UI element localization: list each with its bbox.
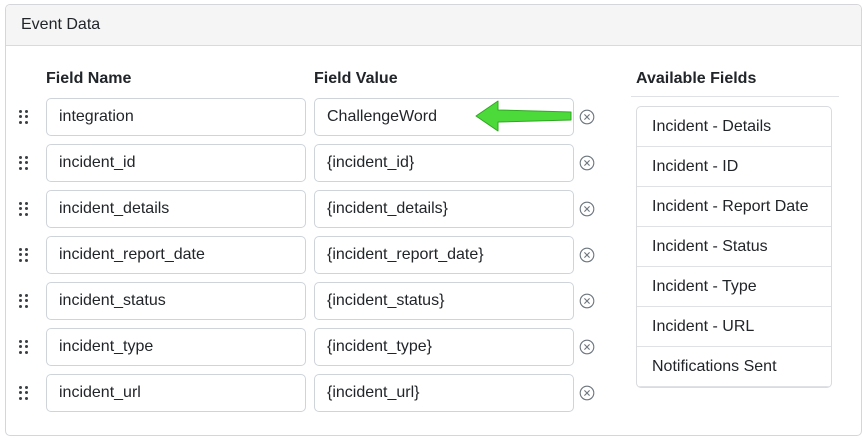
field-name-input[interactable] <box>46 236 306 274</box>
available-field-item[interactable]: Incident - Details <box>637 107 831 147</box>
field-value-input[interactable] <box>314 144 574 182</box>
remove-row-icon[interactable] <box>579 247 595 263</box>
field-value-input[interactable] <box>314 282 574 320</box>
available-field-item[interactable]: Incident - Report Date <box>637 187 831 227</box>
available-field-item[interactable]: Incident - Status <box>637 227 831 267</box>
divider <box>631 96 839 97</box>
remove-row-icon[interactable] <box>579 155 595 171</box>
field-value-input[interactable] <box>314 236 574 274</box>
remove-row-icon[interactable] <box>579 339 595 355</box>
field-value-header: Field Value <box>314 70 398 87</box>
available-field-item[interactable]: Notifications Sent <box>637 347 831 387</box>
field-name-input[interactable] <box>46 282 306 320</box>
drag-handle-icon[interactable] <box>19 386 29 400</box>
field-value-input[interactable] <box>314 190 574 228</box>
drag-handle-icon[interactable] <box>19 156 29 170</box>
available-field-item[interactable]: Incident - ID <box>637 147 831 187</box>
drag-handle-icon[interactable] <box>19 110 29 124</box>
remove-row-icon[interactable] <box>579 109 595 125</box>
drag-handle-icon[interactable] <box>19 340 29 354</box>
available-fields-title: Available Fields <box>636 70 757 87</box>
field-name-input[interactable] <box>46 98 306 136</box>
field-value-input[interactable] <box>314 328 574 366</box>
field-name-input[interactable] <box>46 328 306 366</box>
remove-row-icon[interactable] <box>579 201 595 217</box>
panel-header: Event Data <box>6 5 861 46</box>
available-field-item[interactable]: Incident - URL <box>637 307 831 347</box>
remove-row-icon[interactable] <box>579 293 595 309</box>
field-name-input[interactable] <box>46 144 306 182</box>
available-fields-list: Incident - Details Incident - ID Inciden… <box>636 106 832 388</box>
drag-handle-icon[interactable] <box>19 248 29 262</box>
field-name-input[interactable] <box>46 374 306 412</box>
available-field-item[interactable]: Incident - Type <box>637 267 831 307</box>
drag-handle-icon[interactable] <box>19 294 29 308</box>
field-value-input[interactable] <box>314 374 574 412</box>
green-arrow-icon <box>475 100 572 132</box>
remove-row-icon[interactable] <box>579 385 595 401</box>
panel-title: Event Data <box>21 16 101 33</box>
drag-handle-icon[interactable] <box>19 202 29 216</box>
field-name-input[interactable] <box>46 190 306 228</box>
field-name-header: Field Name <box>46 70 132 87</box>
